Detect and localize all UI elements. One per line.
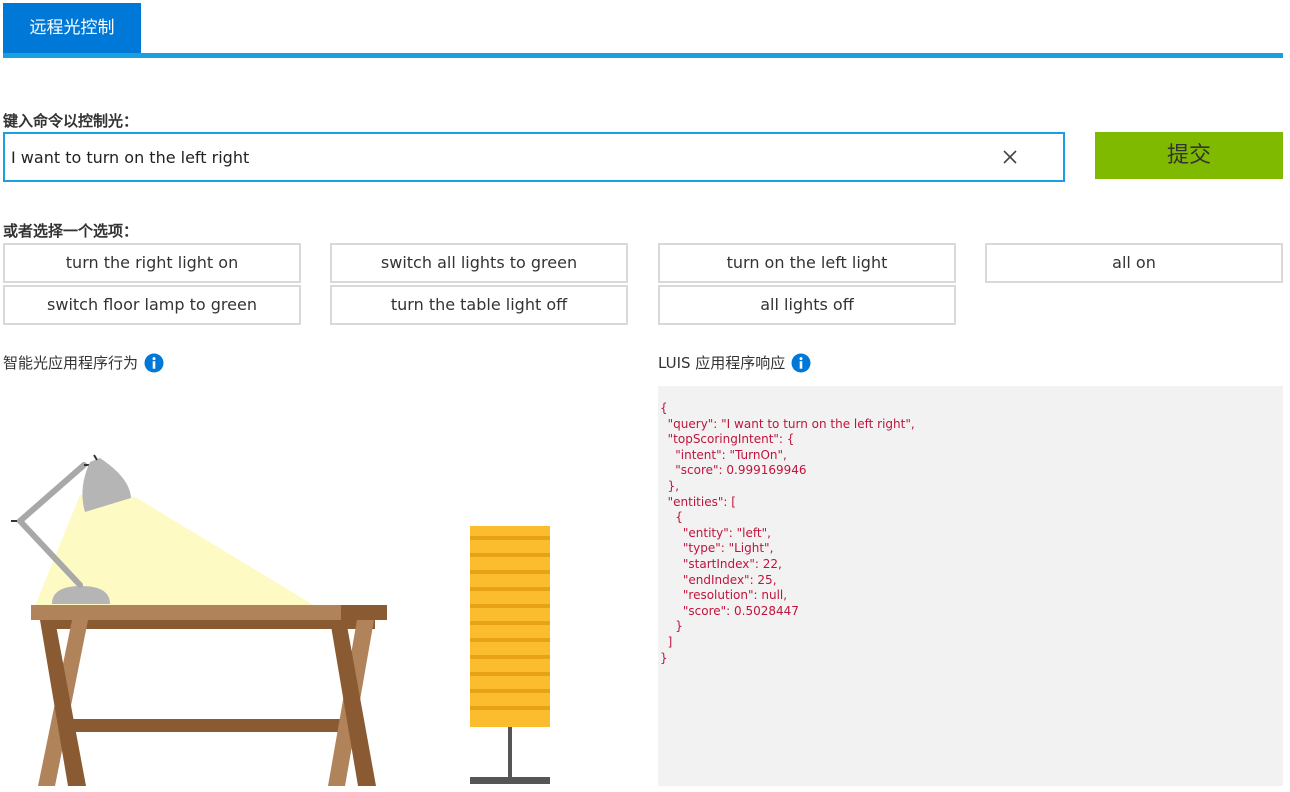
option-button[interactable]: all on [985,243,1283,283]
command-label: 键入命令以控制光： [3,112,139,130]
submit-button[interactable]: 提交 [1095,132,1283,179]
option-button[interactable]: turn on the left light [658,243,956,283]
command-input[interactable] [11,134,971,180]
close-icon[interactable] [999,146,1021,168]
info-icon[interactable] [144,353,164,373]
tab-remote-light-control[interactable]: 远程光控制 [3,3,141,53]
table [31,605,387,786]
tab-underline [3,53,1283,58]
app-behavior-title: 智能光应用程序行为 [3,354,139,372]
info-icon[interactable] [791,353,811,373]
option-button[interactable]: switch all lights to green [330,243,628,283]
floor-lamp [470,526,550,784]
options-label: 或者选择一个选项： [3,222,139,240]
tab-bar: 远程光控制 [3,3,1283,58]
app-behavior-heading: 智能光应用程序行为 [3,352,164,373]
luis-response-json: { "query": "I want to turn on the left r… [660,401,915,665]
command-input-box [3,132,1065,182]
smart-light-scene [11,454,550,786]
luis-response-heading: LUIS 应用程序响应 [658,352,811,373]
option-button[interactable]: switch floor lamp to green [3,285,301,325]
option-button[interactable]: turn the right light on [3,243,301,283]
option-button[interactable]: turn the table light off [330,285,628,325]
option-button[interactable]: all lights off [658,285,956,325]
luis-response-panel[interactable]: { "query": "I want to turn on the left r… [658,386,1283,786]
luis-response-title: LUIS 应用程序响应 [658,354,786,372]
